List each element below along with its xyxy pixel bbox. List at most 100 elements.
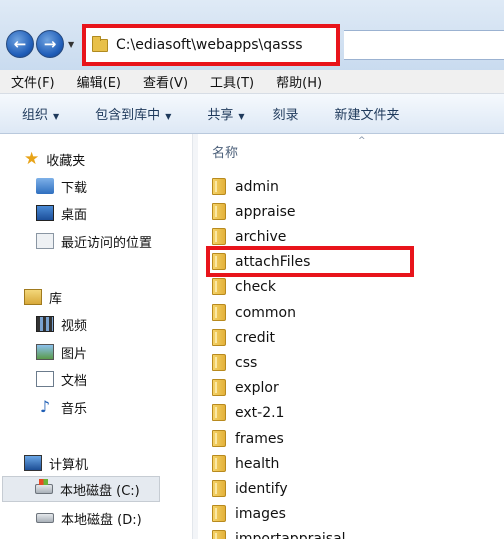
documents-icon [36, 371, 54, 387]
file-row-images[interactable]: images [212, 501, 492, 526]
file-row-common[interactable]: common [212, 300, 492, 325]
folder-icon [212, 178, 226, 195]
recent-places-icon [36, 233, 54, 249]
folder-icon [212, 430, 226, 447]
file-name: images [235, 505, 286, 522]
nav-libraries[interactable]: 库 [24, 284, 62, 310]
folder-icon [212, 354, 226, 371]
share-button[interactable]: 共享 ▼ [207, 104, 244, 123]
nav-item-documents[interactable]: 文档 [36, 366, 87, 392]
pictures-icon [36, 344, 54, 360]
organize-button[interactable]: 组织 ▼ [22, 104, 59, 123]
music-icon: ♪ [39, 397, 51, 416]
nav-label: 库 [49, 291, 63, 307]
file-row-frames[interactable]: frames [212, 426, 492, 451]
folder-icon [212, 404, 226, 421]
nav-item-downloads[interactable]: 下载 [36, 173, 87, 199]
library-icon [24, 289, 42, 305]
sort-ascending-icon: ^ [358, 136, 366, 146]
nav-label: 下载 [61, 180, 88, 196]
file-row-importappraisal[interactable]: importappraisal [212, 526, 492, 539]
menu-tools[interactable]: 工具(T) [199, 72, 265, 91]
nav-label: 图片 [61, 346, 88, 362]
nav-item-drive-c[interactable]: 本地磁盘 (C:) [2, 476, 160, 502]
nav-item-recent-places[interactable]: 最近访问的位置 [36, 228, 152, 254]
folder-icon [212, 455, 226, 472]
nav-item-pictures[interactable]: 图片 [36, 339, 87, 365]
back-button[interactable]: ← [6, 30, 34, 58]
file-row-admin[interactable]: admin [212, 174, 492, 199]
video-icon [36, 316, 54, 332]
nav-label: 桌面 [61, 207, 88, 223]
address-path[interactable]: C:\ediasoft\webapps\qasss [116, 37, 303, 53]
nav-item-desktop[interactable]: 桌面 [36, 200, 87, 226]
nav-computer[interactable]: 计算机 [24, 450, 88, 476]
file-name: appraise [235, 203, 296, 220]
folder-icon [212, 480, 226, 497]
new-folder-button[interactable]: 新建文件夹 [335, 104, 400, 123]
file-name: archive [235, 228, 287, 245]
forward-button[interactable]: → [36, 30, 64, 58]
computer-icon [24, 455, 42, 471]
nav-label: 音乐 [61, 401, 88, 417]
back-arrow-icon: ← [13, 35, 27, 53]
file-list: ^ 名称 admin appraise archive attachFiles … [198, 134, 504, 539]
nav-item-videos[interactable]: 视频 [36, 311, 87, 337]
nav-label: 收藏夹 [46, 153, 86, 169]
file-row-css[interactable]: css [212, 350, 492, 375]
nav-label: 视频 [61, 318, 88, 334]
nav-label: 本地磁盘 (D:) [61, 512, 142, 528]
folder-icon [212, 253, 226, 270]
menu-file[interactable]: 文件(F) [0, 72, 66, 91]
file-name: credit [235, 329, 276, 346]
file-row-explor[interactable]: explor [212, 375, 492, 400]
star-icon: ★ [24, 149, 40, 169]
column-header-name[interactable]: 名称 [212, 142, 238, 161]
chevron-down-icon: ▼ [53, 112, 60, 121]
file-row-credit[interactable]: credit [212, 325, 492, 350]
nav-label: 本地磁盘 (C:) [60, 483, 140, 499]
forward-arrow-icon: → [43, 35, 57, 53]
chevron-down-icon: ▼ [238, 112, 245, 121]
downloads-icon [36, 178, 54, 194]
burn-button[interactable]: 刻录 [273, 104, 299, 123]
recent-pages-dropdown-icon[interactable]: ▼ [68, 40, 74, 49]
file-row-identify[interactable]: identify [212, 476, 492, 501]
file-row-check[interactable]: check [212, 274, 492, 299]
nav-label: 最近访问的位置 [61, 235, 153, 251]
file-name: common [235, 304, 296, 321]
folder-icon [92, 35, 108, 52]
file-name: importappraisal [235, 530, 346, 539]
menu-help[interactable]: 帮助(H) [265, 72, 333, 91]
file-name: frames [235, 430, 284, 447]
file-row-appraise[interactable]: appraise [212, 199, 492, 224]
navigation-pane: ★ 收藏夹 下载 桌面 最近访问的位置 库 视频 图片 文档 ♪ 音乐 计算机 … [0, 134, 192, 539]
chevron-down-icon: ▼ [165, 112, 172, 121]
menu-view[interactable]: 查看(V) [132, 72, 199, 91]
nav-label: 文档 [61, 373, 88, 389]
folder-icon [212, 304, 226, 321]
include-in-library-button[interactable]: 包含到库中 ▼ [95, 104, 171, 123]
nav-label: 计算机 [49, 457, 89, 473]
file-name: ext-2.1 [235, 404, 285, 421]
file-name: admin [235, 178, 279, 195]
folder-icon [212, 203, 226, 220]
file-name: check [235, 278, 276, 295]
address-bar[interactable]: C:\ediasoft\webapps\qasss [82, 24, 340, 66]
system-drive-icon [35, 479, 53, 494]
nav-item-drive-d[interactable]: 本地磁盘 (D:) [36, 505, 142, 531]
nav-item-music[interactable]: ♪ 音乐 [36, 394, 87, 420]
file-name: identify [235, 480, 288, 497]
file-row-attachfiles[interactable]: attachFiles [206, 246, 492, 277]
menu-bar: 文件(F) 编辑(E) 查看(V) 工具(T) 帮助(H) [0, 70, 504, 94]
address-bar-extension[interactable] [344, 30, 504, 60]
folder-icon [212, 379, 226, 396]
drive-icon [36, 513, 54, 523]
file-row-health[interactable]: health [212, 451, 492, 476]
folder-icon [212, 329, 226, 346]
file-name: health [235, 455, 280, 472]
nav-favorites[interactable]: ★ 收藏夹 [24, 146, 85, 172]
file-row-ext[interactable]: ext-2.1 [212, 400, 492, 425]
menu-edit[interactable]: 编辑(E) [66, 72, 132, 91]
folder-icon [212, 278, 226, 295]
